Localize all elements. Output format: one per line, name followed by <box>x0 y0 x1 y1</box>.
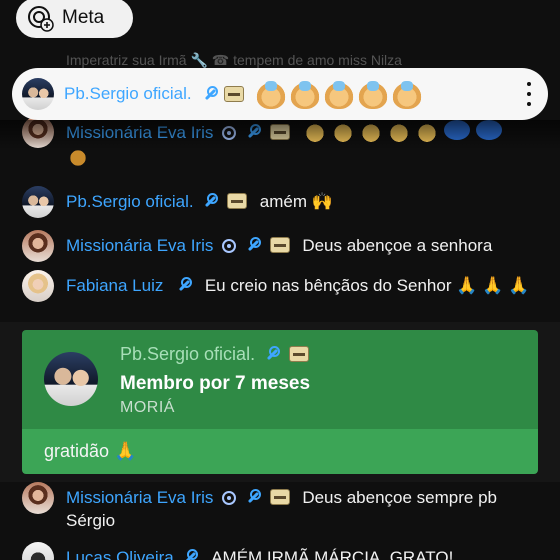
chat-message: Missionária Eva Iris <box>22 116 542 176</box>
avatar <box>22 78 54 110</box>
emoji-icon <box>304 120 327 142</box>
sponsor-flower-icon <box>222 239 237 253</box>
emoji-icon <box>388 120 411 142</box>
emoji-icon <box>476 120 503 140</box>
moderator-wrench-icon <box>264 346 281 362</box>
celebration-emoji-icon <box>323 79 354 109</box>
emoji-sequence <box>304 120 503 142</box>
chat-message: Lucas Oliveira AMÉM IRMÃ MÁRCIA, GRATO! <box>22 542 542 560</box>
celebration-emoji-icon <box>391 79 422 109</box>
meta-ai-icon <box>28 6 54 32</box>
avatar <box>22 116 54 148</box>
membership-milestone-card[interactable]: Pb.Sergio oficial. Membro por 7 meses MO… <box>22 330 538 474</box>
celebration-emoji-icon <box>255 79 286 109</box>
pinned-message[interactable]: Pb.Sergio oficial. <box>12 68 548 120</box>
meta-ai-button[interactable]: Meta <box>16 0 133 38</box>
chat-message: Missionária Eva Iris Deus abençoe a senh… <box>22 230 542 262</box>
chat-author[interactable]: Missionária Eva Iris <box>66 236 213 255</box>
moderator-wrench-icon <box>245 124 261 140</box>
moderator-wrench-icon <box>202 193 219 209</box>
member-badge-icon <box>227 193 248 209</box>
meta-ai-label: Meta <box>62 7 105 28</box>
member-badge-icon <box>223 86 244 102</box>
chat-author[interactable]: Missionária Eva Iris <box>66 123 213 142</box>
more-options-icon[interactable] <box>526 82 532 106</box>
membership-duration: Membro por 7 meses <box>120 373 311 394</box>
moderator-wrench-icon <box>182 549 199 560</box>
emoji-icon <box>444 120 471 140</box>
chat-author[interactable]: Fabiana Luiz <box>66 276 163 295</box>
sponsor-flower-icon <box>222 126 237 140</box>
membership-author[interactable]: Pb.Sergio oficial. <box>120 344 310 365</box>
chat-message-text: AMÉM IRMÃ MÁRCIA, GRATO! <box>211 548 454 560</box>
moderator-wrench-icon <box>245 489 261 505</box>
member-badge-icon <box>269 489 290 505</box>
membership-author-name: Pb.Sergio oficial. <box>120 344 256 364</box>
member-badge-icon <box>269 124 290 140</box>
chat-message: Pb.Sergio oficial. amém 🙌 <box>22 186 542 218</box>
membership-header: Pb.Sergio oficial. Membro por 7 meses MO… <box>22 330 538 429</box>
avatar <box>44 352 98 406</box>
membership-level: MORIÁ <box>120 399 175 416</box>
chat-message: Fabiana Luiz Eu creio nas bênçãos do Sen… <box>22 270 542 302</box>
chat-message-text: amém 🙌 <box>259 192 333 211</box>
emoji-icon <box>416 120 439 142</box>
emoji-icon <box>332 120 355 142</box>
chat-message: Missionária Eva Iris Deus abençoe sempre… <box>22 482 542 532</box>
chat-author[interactable]: Pb.Sergio oficial. <box>66 192 194 211</box>
chat-author[interactable]: Missionária Eva Iris <box>66 488 213 507</box>
pinned-author[interactable]: Pb.Sergio oficial. <box>64 84 192 104</box>
moderator-wrench-icon <box>245 237 261 253</box>
chat-message-text: Deus abençoe a senhora <box>302 236 493 255</box>
author-badges <box>198 86 244 102</box>
sponsor-flower-icon <box>222 491 237 505</box>
celebration-emoji-icon <box>357 79 388 109</box>
avatar <box>22 270 54 302</box>
moderator-wrench-icon <box>176 277 193 293</box>
avatar <box>22 542 54 560</box>
chat-message-text: Eu creio nas bênçãos do Senhor 🙏 🙏 🙏 <box>204 276 530 295</box>
avatar <box>22 482 54 514</box>
top-bar: Meta <box>0 0 560 52</box>
moderator-wrench-icon <box>202 86 218 102</box>
scrolled-message: Imperatriz sua Irmã 🔧 ☎ tempem de amo mi… <box>66 52 402 68</box>
avatar <box>22 230 54 262</box>
celebration-emoji-icon <box>289 79 320 109</box>
pinned-emojis <box>255 79 422 109</box>
avatar <box>22 186 54 218</box>
membership-message: gratidão 🙏 <box>22 429 538 474</box>
member-badge-icon <box>289 346 310 362</box>
lion-emoji-icon <box>66 146 90 170</box>
member-badge-icon <box>269 237 290 253</box>
chat-author[interactable]: Lucas Oliveira <box>66 548 174 560</box>
emoji-icon <box>360 120 383 142</box>
